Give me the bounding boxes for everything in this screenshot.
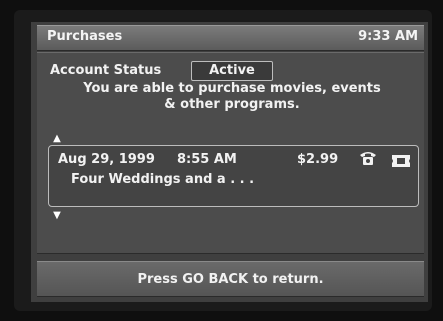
purchase-time: 8:55 AM [177, 152, 237, 167]
ticket-icon [392, 152, 410, 167]
go-back-instruction: Press GO BACK to return. [137, 272, 324, 287]
status-message-line1: You are able to purchase movies, events [83, 81, 381, 96]
footer-bar: Press GO BACK to return. [37, 261, 424, 297]
account-status-label: Account Status [50, 63, 162, 78]
purchase-row[interactable]: Aug 29, 1999 8:55 AM $2.99 Four Weddings… [48, 145, 419, 207]
status-message-line2: & other programs. [164, 97, 300, 112]
scroll-down-icon[interactable]: ▼ [49, 210, 65, 222]
scroll-up-icon[interactable]: ▲ [49, 133, 65, 145]
purchase-title: Four Weddings and a . . . [71, 172, 255, 187]
page-title: Purchases [47, 29, 123, 44]
clock-time: 9:33 AM [358, 29, 418, 44]
purchases-panel: Account Status Active You are able to pu… [37, 52, 424, 254]
title-bar: Purchases 9:33 AM [37, 25, 424, 51]
purchase-list: Aug 29, 1999 8:55 AM $2.99 Four Weddings… [48, 145, 419, 207]
purchase-price: $2.99 [297, 152, 339, 167]
telephone-icon [359, 150, 377, 166]
purchase-date: Aug 29, 1999 [58, 152, 155, 167]
account-status-message: You are able to purchase movies, events … [57, 81, 407, 113]
account-status-badge: Active [191, 61, 273, 81]
